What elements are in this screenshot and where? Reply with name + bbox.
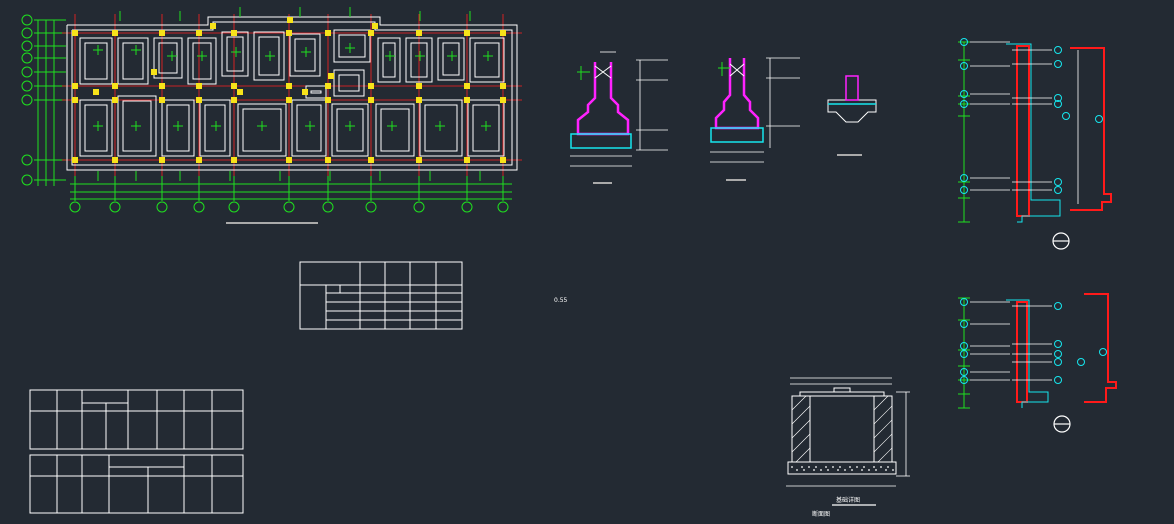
column <box>196 30 202 36</box>
column <box>210 23 216 29</box>
column <box>325 97 331 103</box>
gravel-dot <box>851 469 853 471</box>
gravel-dot <box>832 466 834 468</box>
column <box>286 83 292 89</box>
column <box>159 30 165 36</box>
column <box>112 97 118 103</box>
column <box>416 157 422 163</box>
gravel-dot <box>868 469 870 471</box>
column <box>416 30 422 36</box>
gravel-dot <box>875 469 877 471</box>
gravel-dot <box>801 466 803 468</box>
gravel-dot <box>827 469 829 471</box>
column <box>416 83 422 89</box>
gravel-dot <box>839 466 841 468</box>
gravel-dot <box>880 466 882 468</box>
gravel-dot <box>849 466 851 468</box>
column <box>231 97 237 103</box>
column <box>286 97 292 103</box>
section-title-sub: 断面图 <box>812 510 830 518</box>
gravel-dot <box>803 469 805 471</box>
column <box>151 69 157 75</box>
column <box>464 30 470 36</box>
column <box>464 157 470 163</box>
column <box>231 83 237 89</box>
column <box>328 73 334 79</box>
column <box>231 30 237 36</box>
column <box>112 157 118 163</box>
gravel-dot <box>791 466 793 468</box>
column <box>464 97 470 103</box>
column <box>500 157 506 163</box>
gravel-dot <box>825 466 827 468</box>
gravel-dot <box>861 469 863 471</box>
column <box>72 30 78 36</box>
column <box>72 157 78 163</box>
column <box>368 97 374 103</box>
column <box>325 30 331 36</box>
gravel-dot <box>796 469 798 471</box>
column <box>72 97 78 103</box>
column <box>287 17 293 23</box>
gravel-dot <box>815 466 817 468</box>
column <box>325 157 331 163</box>
column <box>500 83 506 89</box>
gravel-dot <box>887 466 889 468</box>
column <box>93 89 99 95</box>
gravel-dot <box>863 466 865 468</box>
column <box>159 157 165 163</box>
column <box>372 23 378 29</box>
column <box>196 157 202 163</box>
column <box>159 97 165 103</box>
cad-drawing-canvas: 0.55 基础详图 断面图 <box>0 0 1174 524</box>
column <box>464 83 470 89</box>
gravel-dot <box>808 466 810 468</box>
column <box>196 97 202 103</box>
gravel-dot <box>820 469 822 471</box>
column <box>368 157 374 163</box>
section-title-main: 基础详图 <box>836 496 860 504</box>
column <box>196 83 202 89</box>
gravel-dot <box>873 466 875 468</box>
gravel-dot <box>892 469 894 471</box>
column <box>286 157 292 163</box>
column <box>237 89 243 95</box>
column <box>500 30 506 36</box>
column <box>302 89 308 95</box>
gravel-dot <box>813 469 815 471</box>
gravel-dot <box>837 469 839 471</box>
column <box>368 30 374 36</box>
column <box>159 83 165 89</box>
column <box>286 30 292 36</box>
drawing-background <box>0 0 1174 524</box>
column <box>72 83 78 89</box>
column <box>112 30 118 36</box>
gravel-dot <box>844 469 846 471</box>
column <box>368 83 374 89</box>
column <box>112 83 118 89</box>
column <box>500 97 506 103</box>
column <box>325 83 331 89</box>
elevation-mark: 0.55 <box>554 297 568 304</box>
column <box>416 97 422 103</box>
column <box>231 157 237 163</box>
gravel-dot <box>856 466 858 468</box>
gravel-dot <box>885 469 887 471</box>
